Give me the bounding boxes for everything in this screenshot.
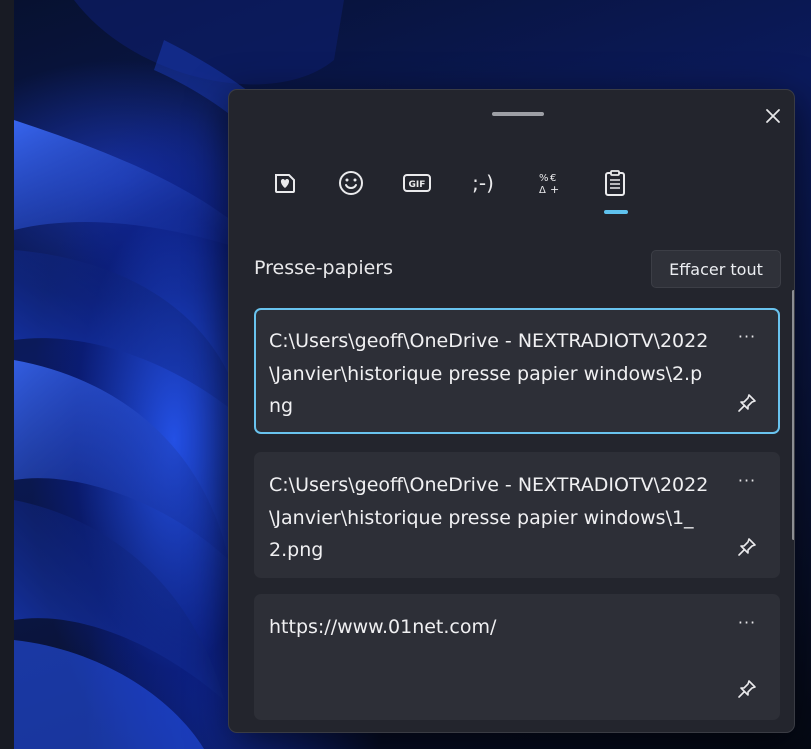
- tab-symbols[interactable]: % € Δ +: [521, 158, 577, 208]
- clipboard-item-text: C:\Users\geoff\OneDrive - NEXTRADIOTV\20…: [269, 330, 709, 417]
- clear-all-button[interactable]: Effacer tout: [651, 250, 781, 288]
- heart-sticker-icon: [275, 174, 295, 193]
- more-options-button[interactable]: ···: [732, 468, 762, 492]
- smiley-icon: [339, 171, 363, 195]
- tab-gif[interactable]: GIF: [389, 158, 445, 208]
- tab-kaomoji[interactable]: ;-): [455, 158, 511, 208]
- close-icon: [766, 109, 780, 123]
- clipboard-item-text: C:\Users\geoff\OneDrive - NEXTRADIOTV\20…: [269, 474, 709, 561]
- tab-kaomoji-heart[interactable]: [257, 158, 313, 208]
- section-title: Presse-papiers: [254, 257, 393, 279]
- svg-text:%: %: [539, 173, 549, 184]
- clipboard-item-text: https://www.01net.com/: [269, 616, 497, 638]
- drag-handle[interactable]: [492, 112, 544, 116]
- more-options-button[interactable]: ···: [732, 610, 762, 634]
- symbols-icon: % € Δ +: [539, 173, 559, 196]
- category-tabs: GIF ;-) % € Δ +: [257, 158, 657, 218]
- tab-clipboard[interactable]: [587, 158, 643, 208]
- more-options-button[interactable]: ···: [732, 324, 762, 348]
- window-edge: [0, 0, 14, 749]
- pin-button[interactable]: [732, 532, 762, 562]
- pin-icon: [738, 680, 756, 698]
- svg-text:Δ: Δ: [539, 185, 546, 196]
- clipboard-item[interactable]: C:\Users\geoff\OneDrive - NEXTRADIOTV\20…: [254, 308, 780, 434]
- clipboard-item[interactable]: https://www.01net.com/ ···: [254, 594, 780, 720]
- pin-icon: [738, 394, 756, 412]
- pin-button[interactable]: [732, 388, 762, 418]
- clipboard-item[interactable]: C:\Users\geoff\OneDrive - NEXTRADIOTV\20…: [254, 452, 780, 578]
- gif-icon: GIF: [403, 174, 431, 192]
- svg-text:GIF: GIF: [409, 180, 426, 190]
- clipboard-history-panel: GIF ;-) % € Δ + Presse-papiers Effacer t…: [228, 89, 795, 733]
- close-button[interactable]: [759, 102, 787, 130]
- pin-button[interactable]: [732, 674, 762, 704]
- svg-text:+: +: [550, 183, 559, 196]
- kaomoji-icon: ;-): [472, 171, 494, 195]
- pin-icon: [738, 538, 756, 556]
- scrollbar[interactable]: [792, 290, 794, 540]
- tab-emoji[interactable]: [323, 158, 379, 208]
- active-tab-indicator: [604, 210, 628, 214]
- desktop-screen: GIF ;-) % € Δ + Presse-papiers Effacer t…: [0, 0, 811, 749]
- clipboard-icon: [605, 170, 625, 196]
